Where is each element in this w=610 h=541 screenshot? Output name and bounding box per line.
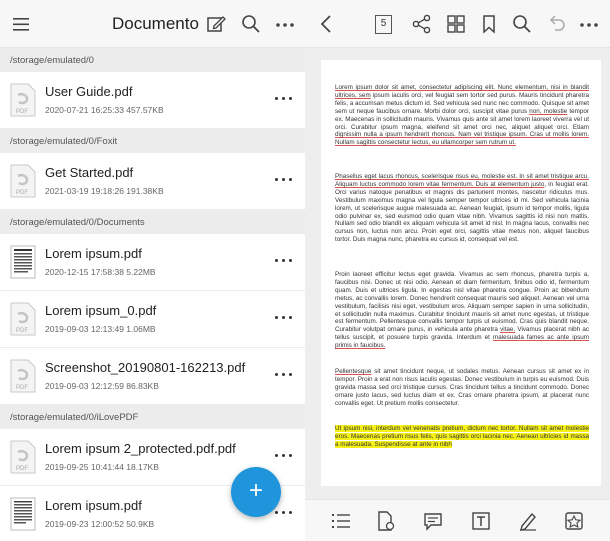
folder-path-header: /storage/emulated/0 — [0, 48, 305, 72]
file-more-icon[interactable] — [273, 175, 295, 185]
list-icon[interactable] — [331, 512, 351, 530]
file-row[interactable]: PDF Lorem ipsum_0.pdf 2019-09-03 12:13:4… — [0, 291, 305, 348]
pdf-text-span: non, molestie — [529, 107, 568, 115]
pdf-text-span: dignissim nulla a ipsum hendrerit rhoncu… — [335, 131, 589, 147]
thumbnails-grid-icon[interactable] — [446, 14, 466, 34]
more-icon[interactable] — [275, 22, 295, 28]
pdf-icon: PDF — [10, 83, 36, 117]
pdf-text-span: sit amet tincidunt neque, ut sodales met… — [335, 368, 589, 407]
fill-sign-icon[interactable] — [376, 511, 396, 531]
file-name: User Guide.pdf — [45, 84, 133, 99]
file-more-icon[interactable] — [273, 508, 295, 518]
folder-path-header: /storage/emulated/0/iLovePDF — [0, 405, 305, 429]
svg-text:PDF: PDF — [16, 328, 28, 334]
pdf-icon: PDF — [10, 359, 36, 393]
file-meta: 2019-09-25 10:41:44 18.17KB — [45, 462, 159, 472]
text-box-icon[interactable] — [471, 511, 491, 531]
pdf-icon: PDF — [10, 440, 36, 474]
page-title: Documento — [112, 14, 199, 33]
more-icon[interactable] — [579, 22, 599, 28]
folder-path-header: /storage/emulated/0/Foxit — [0, 129, 305, 153]
svg-text:PDF: PDF — [16, 190, 28, 196]
file-meta: 2021-03-19 19:18:26 191.38KB — [45, 186, 164, 196]
file-name: Screenshot_20190801-162213.pdf — [45, 360, 246, 375]
file-meta: 2019-09-03 12:13:49 1.06MB — [45, 324, 156, 334]
file-meta: 2019-09-23 12:00:52 50.9KB — [45, 519, 155, 529]
file-row[interactable]: PDF Screenshot_20190801-162213.pdf 2019-… — [0, 348, 305, 405]
pdf-paragraph: Lorem ipsum dolor sit amet, consectetur … — [335, 84, 589, 147]
search-icon[interactable] — [241, 14, 261, 34]
file-meta: 2019-09-03 12:12:59 86.83KB — [45, 381, 159, 391]
file-name: Lorem ipsum_0.pdf — [45, 303, 157, 318]
document-thumbnail — [10, 245, 36, 279]
pdf-text-span: Pellentesque — [335, 368, 372, 375]
file-name: Lorem ipsum.pdf — [45, 246, 142, 261]
file-meta: 2020-12-15 17:58:38 5.22MB — [45, 267, 156, 277]
file-name: Get Started.pdf — [45, 165, 134, 180]
svg-text:PDF: PDF — [16, 385, 28, 391]
pdf-text-span: Ut ipsum nisi, interdum vel venenatis pr… — [335, 425, 589, 448]
svg-text:PDF: PDF — [16, 466, 28, 472]
file-more-icon[interactable] — [273, 256, 295, 266]
page-number-button[interactable]: 5 — [375, 15, 392, 34]
pdf-text-span: , in feugiat erat. Orci varius natoque p… — [335, 180, 589, 244]
svg-text:PDF: PDF — [16, 109, 28, 115]
stamp-icon[interactable] — [564, 511, 584, 531]
file-browser-pane: Documento /storage/emulated/0 PDF User G… — [0, 0, 305, 541]
share-icon[interactable] — [412, 14, 432, 34]
file-row[interactable]: PDF Get Started.pdf 2021-03-19 19:18:26 … — [0, 153, 305, 210]
file-more-icon[interactable] — [273, 451, 295, 461]
pdf-paragraph: Ut ipsum nisi, interdum vel venenatis pr… — [335, 425, 589, 449]
file-name: Lorem ipsum 2_protected.pdf.pdf — [45, 441, 236, 456]
file-more-icon[interactable] — [273, 370, 295, 380]
pen-icon[interactable] — [518, 511, 538, 531]
file-name: Lorem ipsum.pdf — [45, 498, 142, 513]
pdf-text-span: Proin laoreet efficitur lectus eget grav… — [335, 271, 589, 334]
pdf-icon: PDF — [10, 164, 36, 198]
undo-icon[interactable] — [546, 14, 568, 34]
pdf-paragraph: Proin laoreet efficitur lectus eget grav… — [335, 271, 589, 350]
back-arrow-icon[interactable] — [319, 14, 333, 34]
comment-icon[interactable] — [423, 511, 443, 531]
edit-icon[interactable] — [206, 14, 226, 34]
document-thumbnail — [10, 497, 36, 531]
pdf-paragraph: Phasellus eget lacus rhoncus, scelerisqu… — [335, 173, 589, 244]
folder-path-header: /storage/emulated/0/Documents — [0, 210, 305, 234]
add-fab-button[interactable]: + — [231, 467, 281, 517]
file-more-icon[interactable] — [273, 313, 295, 323]
file-browser-toolbar: Documento — [0, 0, 305, 48]
file-meta: 2020-07-21 16:25:33 457.57KB — [45, 105, 164, 115]
file-more-icon[interactable] — [273, 94, 295, 104]
pdf-icon: PDF — [10, 302, 36, 336]
search-icon[interactable] — [512, 14, 532, 34]
viewer-toolbar: 5 — [305, 0, 610, 48]
pdf-viewer-pane: 5 Lorem ipsum dolor sit amet, consectetu… — [305, 0, 610, 541]
bookmark-icon[interactable] — [481, 14, 497, 34]
pdf-text-span: vitae. — [500, 326, 516, 334]
file-row[interactable]: Lorem ipsum.pdf 2020-12-15 17:58:38 5.22… — [0, 234, 305, 291]
pdf-paragraph: Pellentesque sit amet tincidunt neque, u… — [335, 368, 589, 408]
file-row[interactable]: PDF User Guide.pdf 2020-07-21 16:25:33 4… — [0, 72, 305, 129]
pdf-page[interactable]: Lorem ipsum dolor sit amet, consectetur … — [321, 60, 601, 486]
hamburger-menu-icon[interactable] — [12, 16, 30, 32]
annotation-toolbar — [305, 499, 610, 541]
